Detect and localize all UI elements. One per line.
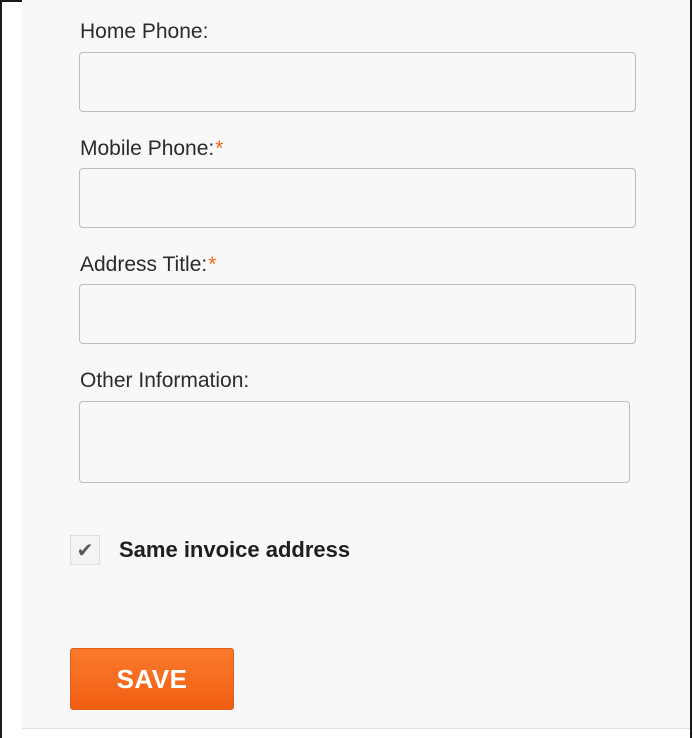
address-title-input[interactable]	[79, 284, 636, 344]
required-asterisk: *	[215, 137, 224, 160]
mobile-phone-input[interactable]	[79, 168, 636, 228]
mobile-phone-label: Mobile Phone:*	[80, 137, 223, 161]
required-asterisk: *	[208, 253, 217, 276]
other-information-label: Other Information:	[80, 369, 249, 393]
checkmark-icon: ✔	[76, 538, 94, 562]
other-information-label-text: Other Information:	[80, 369, 250, 392]
other-information-textarea[interactable]	[79, 401, 630, 483]
mobile-phone-label-text: Mobile Phone:	[80, 137, 215, 160]
same-invoice-label[interactable]: Same invoice address	[119, 537, 350, 563]
address-title-label: Address Title:*	[80, 253, 216, 277]
home-phone-label: Home Phone:	[80, 20, 208, 44]
home-phone-input[interactable]	[79, 52, 636, 112]
same-invoice-row[interactable]: ✔ Same invoice address	[70, 533, 350, 567]
same-invoice-checkbox[interactable]: ✔	[70, 535, 100, 565]
save-button[interactable]: SAVE	[70, 648, 234, 710]
home-phone-label-text: Home Phone:	[80, 20, 209, 43]
address-title-label-text: Address Title:	[80, 253, 208, 276]
